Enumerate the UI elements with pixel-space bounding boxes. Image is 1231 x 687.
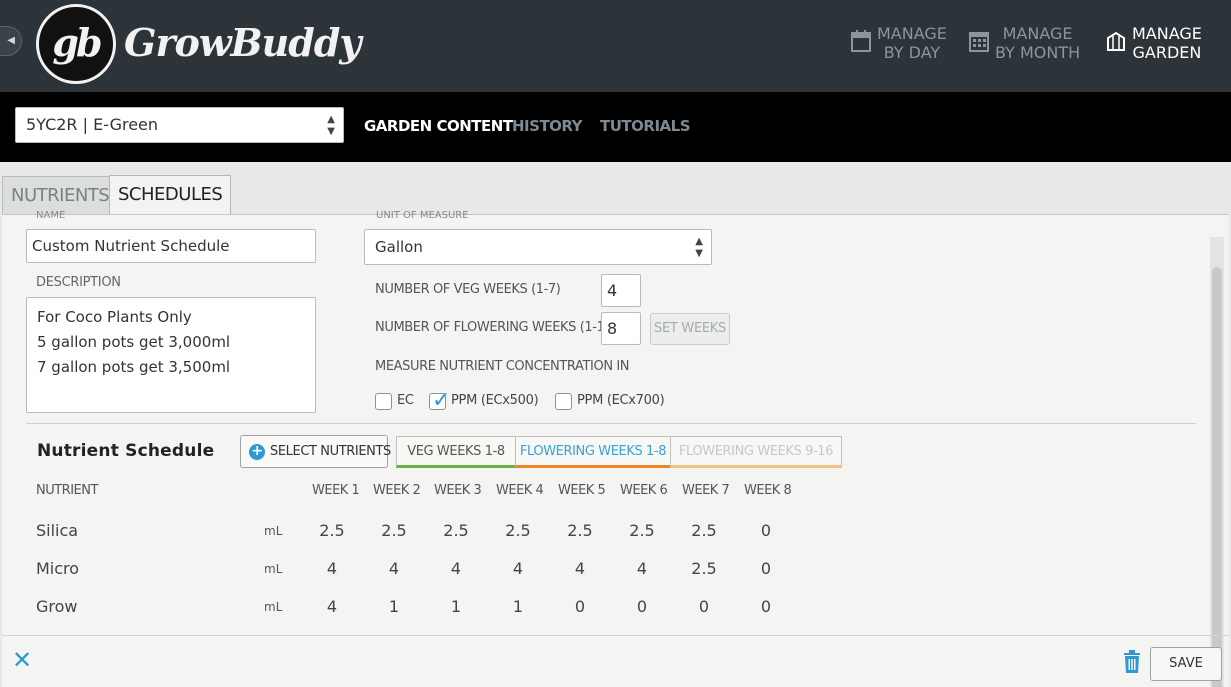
chevron-left-icon: ◀ <box>7 35 15 46</box>
nutrient-unit: mL <box>264 524 283 538</box>
select-arrows-icon: ▲ ▼ <box>695 236 703 259</box>
nutrient-name: Micro <box>36 559 80 578</box>
unit-select[interactable]: Gallon ▲ ▼ <box>364 229 712 265</box>
description-label: DESCRIPTION <box>36 275 121 290</box>
trash-icon[interactable] <box>1122 650 1142 674</box>
ppm500-checkbox[interactable]: ✓ <box>429 387 450 412</box>
tab-nutrients[interactable]: NUTRIENTS <box>2 176 119 214</box>
column-header-week-7: WEEK 7 <box>682 483 730 498</box>
name-label: NAME <box>36 210 66 218</box>
tab-flowering-weeks-9-16[interactable]: FLOWERING WEEKS 9-16 <box>670 436 842 468</box>
dose-cell[interactable]: 2.5 <box>312 521 352 540</box>
nav-manage-garden[interactable]: MANAGE GARDEN <box>1106 24 1216 68</box>
column-header-week-3: WEEK 3 <box>434 483 482 498</box>
dose-cell[interactable]: 2.5 <box>622 521 662 540</box>
sidebar-toggle-button[interactable]: ◀ <box>0 26 22 56</box>
concentration-label: MEASURE NUTRIENT CONCENTRATION IN <box>375 359 630 374</box>
garden-bar: 5YC2R | E-Green ▲ ▼ GARDEN CONTENT HISTOR… <box>0 92 1231 162</box>
dose-cell[interactable]: 0 <box>622 597 662 616</box>
dose-cell[interactable]: 1 <box>436 597 476 616</box>
checkmark-icon: ✓ <box>432 387 451 412</box>
section-divider <box>26 423 1196 424</box>
dose-cell[interactable]: 0 <box>684 597 724 616</box>
dose-cell[interactable]: 4 <box>312 597 352 616</box>
brand-name: GrowBuddy <box>124 20 361 65</box>
schedule-title: Nutrient Schedule <box>37 441 215 461</box>
dose-cell[interactable]: 4 <box>622 559 662 578</box>
select-arrows-icon: ▲ ▼ <box>327 114 335 137</box>
dose-cell[interactable]: 0 <box>746 559 786 578</box>
tab-tutorials[interactable]: TUTORIALS <box>600 117 691 135</box>
ec-checkbox[interactable] <box>375 393 392 410</box>
dose-cell[interactable]: 2.5 <box>436 521 476 540</box>
column-header-week-5: WEEK 5 <box>558 483 606 498</box>
dose-cell[interactable]: 4 <box>312 559 352 578</box>
dose-cell[interactable]: 0 <box>560 597 600 616</box>
calendar-month-icon <box>969 32 989 52</box>
dose-cell[interactable]: 2.5 <box>498 521 538 540</box>
calendar-day-icon <box>851 30 871 52</box>
column-header-week-2: WEEK 2 <box>373 483 421 498</box>
schedule-name-input[interactable]: Custom Nutrient Schedule <box>26 229 316 263</box>
logo[interactable]: gb <box>36 4 116 84</box>
dose-cell[interactable]: 4 <box>374 559 414 578</box>
nutrient-unit: mL <box>264 562 283 576</box>
veg-weeks-label: NUMBER OF VEG WEEKS (1-7) <box>375 282 561 297</box>
dose-cell[interactable]: 0 <box>746 597 786 616</box>
dose-cell[interactable]: 1 <box>498 597 538 616</box>
column-header-week-6: WEEK 6 <box>620 483 668 498</box>
column-header-week-8: WEEK 8 <box>744 483 792 498</box>
garden-select[interactable]: 5YC2R | E-Green ▲ ▼ <box>15 107 344 143</box>
tab-flowering-weeks-1-8[interactable]: FLOWERING WEEKS 1-8 <box>515 436 671 468</box>
nutrient-name: Grow <box>36 597 78 616</box>
tab-veg-weeks[interactable]: VEG WEEKS 1-8 <box>396 436 516 468</box>
tab-history[interactable]: HISTORY <box>512 117 583 135</box>
nutrient-unit: mL <box>264 600 283 614</box>
dose-cell[interactable]: 2.5 <box>684 521 724 540</box>
plus-icon: + <box>249 444 265 460</box>
set-weeks-button[interactable]: SET WEEKS <box>650 313 730 345</box>
save-button[interactable]: SAVE <box>1150 647 1222 681</box>
flowering-weeks-label: NUMBER OF FLOWERING WEEKS (1-16) <box>375 320 617 335</box>
nav-manage-by-month[interactable]: MANAGE BY MONTH <box>969 24 1089 68</box>
column-header-nutrient: NUTRIENT <box>36 483 98 498</box>
flowering-weeks-input[interactable]: 8 <box>601 312 641 345</box>
greenhouse-icon <box>1107 31 1125 51</box>
dose-cell[interactable]: 4 <box>498 559 538 578</box>
schedule-panel: NAME Custom Nutrient Schedule DESCRIPTIO… <box>2 210 1229 687</box>
close-icon[interactable]: ✕ <box>12 649 32 673</box>
select-nutrients-button[interactable]: + SELECT NUTRIENTS <box>240 435 391 468</box>
dose-cell[interactable]: 1 <box>374 597 414 616</box>
dose-cell[interactable]: 2.5 <box>560 521 600 540</box>
dose-cell[interactable]: 2.5 <box>374 521 414 540</box>
unit-label: UNIT OF MEASURE <box>376 210 469 218</box>
nutrient-name: Silica <box>36 521 79 540</box>
tab-garden-content[interactable]: GARDEN CONTENT <box>364 117 513 135</box>
veg-weeks-input[interactable]: 4 <box>601 274 641 307</box>
description-textarea[interactable]: For Coco Plants Only 5 gallon pots get 3… <box>26 297 316 413</box>
action-bar: ✕ SAVE <box>2 635 1229 687</box>
column-header-week-4: WEEK 4 <box>496 483 544 498</box>
tab-schedules[interactable]: SCHEDULES <box>109 175 232 215</box>
dose-cell[interactable]: 4 <box>436 559 476 578</box>
ppm700-checkbox[interactable] <box>555 393 572 410</box>
nav-manage-by-day[interactable]: MANAGE BY DAY <box>851 24 961 68</box>
dose-cell[interactable]: 0 <box>746 521 786 540</box>
app-header: ◀ gb GrowBuddy MANAGE BY DAY MANAGE BY MON… <box>0 0 1231 92</box>
dose-cell[interactable]: 2.5 <box>684 559 724 578</box>
scrollbar-thumb[interactable] <box>1212 267 1222 687</box>
dose-cell[interactable]: 4 <box>560 559 600 578</box>
week-range-tabs: VEG WEEKS 1-8 FLOWERING WEEKS 1-8 FLOWER… <box>396 436 842 468</box>
column-header-week-1: WEEK 1 <box>312 483 360 498</box>
